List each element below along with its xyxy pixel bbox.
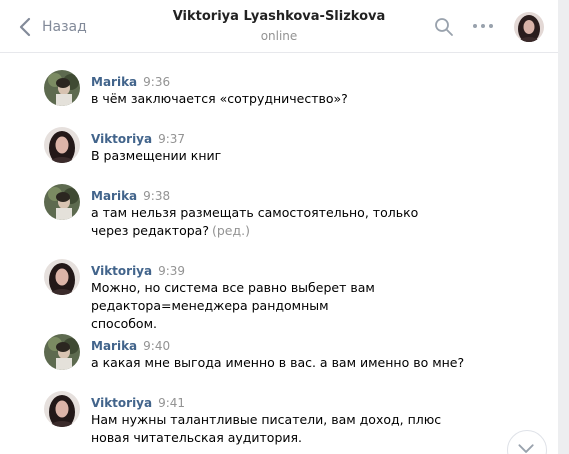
message-item: Marika 9:38 а там нельзя размещать самост… <box>0 168 540 243</box>
avatar-marika[interactable] <box>44 334 80 370</box>
message-time[interactable]: 9:37 <box>158 132 185 146</box>
message-time[interactable]: 9:41 <box>158 396 185 410</box>
avatar-marika[interactable] <box>44 184 80 220</box>
message-item: Viktoriya 9:41 Нам нужны талантливые писа… <box>0 375 540 454</box>
message-text: В размещении книг <box>91 147 491 165</box>
message-author[interactable]: Viktoriya <box>91 132 152 146</box>
chevron-down-icon <box>518 444 534 453</box>
message-text: а там нельзя размещать самостоятельно, т… <box>91 204 421 240</box>
avatar-image <box>44 391 80 427</box>
message-item: Marika 9:40 а какая мне выгода именно в в… <box>0 318 540 378</box>
message-header: Viktoriya 9:37 <box>91 128 185 146</box>
message-header: Viktoriya 9:39 <box>91 260 185 278</box>
avatar-marika[interactable] <box>44 70 80 106</box>
message-text: а какая мне выгода именно в вас. а вам и… <box>91 354 491 372</box>
message-header: Viktoriya 9:41 <box>91 392 185 410</box>
message-author[interactable]: Viktoriya <box>91 396 152 410</box>
more-button[interactable] <box>472 18 494 34</box>
message-item: Viktoriya 9:39 Можно, но система все равн… <box>0 243 540 331</box>
message-item: Marika 9:36 в чём заключается «сотрудниче… <box>0 54 540 114</box>
edited-label[interactable]: (ред.) <box>212 223 250 238</box>
avatar-image <box>44 70 80 106</box>
avatar-viktoriya[interactable] <box>44 391 80 427</box>
message-list: Marika 9:36 в чём заключается «сотрудниче… <box>0 54 558 454</box>
chat-window: Назад Viktoriya Lyashkova-Slizkova onlin… <box>0 0 558 454</box>
avatar-viktoriya[interactable] <box>44 127 80 163</box>
avatar-image <box>44 184 80 220</box>
avatar-image <box>44 334 80 370</box>
message-text-content: в чём заключается «сотрудничество»? <box>91 91 348 106</box>
search-button[interactable] <box>434 17 454 37</box>
avatar-image <box>514 12 544 42</box>
message-text-content: Нам нужны талантливые писатели, вам дохо… <box>91 412 442 445</box>
message-author[interactable]: Viktoriya <box>91 264 152 278</box>
message-time[interactable]: 9:38 <box>143 189 170 203</box>
more-horizontal-icon <box>473 24 493 28</box>
message-text-content: а там нельзя размещать самостоятельно, т… <box>91 205 419 238</box>
avatar-viktoriya[interactable] <box>44 259 80 295</box>
message-text-content: В размещении книг <box>91 148 222 163</box>
message-author[interactable]: Marika <box>91 75 137 89</box>
chat-header: Назад Viktoriya Lyashkova-Slizkova onlin… <box>0 0 558 53</box>
message-text: в чём заключается «сотрудничество»? <box>91 90 491 108</box>
message-header: Marika 9:40 <box>91 335 170 353</box>
message-text: Нам нужны талантливые писатели, вам дохо… <box>91 411 471 447</box>
avatar-image <box>44 127 80 163</box>
message-time[interactable]: 9:36 <box>143 75 170 89</box>
message-item: Viktoriya 9:37 В размещении книг <box>0 111 540 171</box>
header-avatar[interactable] <box>514 12 544 42</box>
scroll-down-button[interactable] <box>507 430 547 454</box>
message-time[interactable]: 9:39 <box>158 264 185 278</box>
message-header: Marika 9:38 <box>91 185 170 203</box>
message-author[interactable]: Marika <box>91 189 137 203</box>
message-header: Marika 9:36 <box>91 71 170 89</box>
search-icon <box>435 18 453 36</box>
page-background <box>558 0 569 454</box>
avatar-image <box>44 259 80 295</box>
message-time[interactable]: 9:40 <box>143 339 170 353</box>
message-author[interactable]: Marika <box>91 339 137 353</box>
message-text-content: а какая мне выгода именно в вас. а вам и… <box>91 355 465 370</box>
